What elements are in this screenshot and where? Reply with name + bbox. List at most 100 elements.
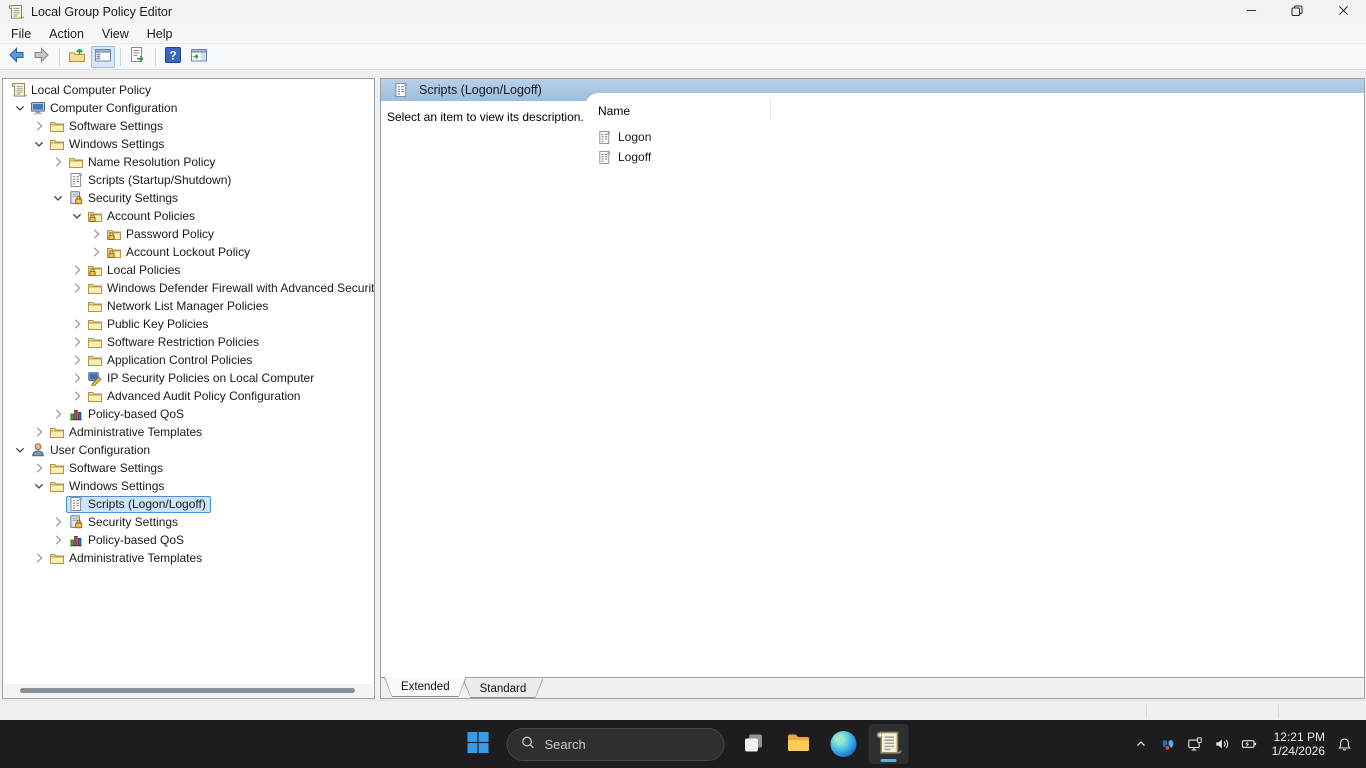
tree-item-network-list-manager-policies[interactable]: Network List Manager Policies <box>3 297 374 315</box>
chevron-right-icon[interactable] <box>87 244 104 260</box>
tree-node[interactable]: Local Computer Policy <box>9 82 156 99</box>
console-tree-button[interactable] <box>91 46 115 68</box>
chevron-right-icon[interactable] <box>68 370 85 386</box>
tree-item-user-configuration[interactable]: User Configuration <box>3 441 374 459</box>
forward-button[interactable] <box>30 46 54 68</box>
tree-item-public-key-policies[interactable]: Public Key Policies <box>3 315 374 333</box>
notification-bell-icon[interactable] <box>1336 736 1352 752</box>
menu-help[interactable]: Help <box>138 25 182 43</box>
up-folder-button[interactable] <box>65 46 89 68</box>
action-pane-button[interactable] <box>187 46 211 68</box>
tree-item-administrative-templates[interactable]: Administrative Templates <box>3 549 374 567</box>
help-button[interactable]: ? <box>161 46 185 68</box>
tree-node[interactable]: Windows Settings <box>47 478 169 495</box>
chevron-down-icon[interactable] <box>68 208 85 224</box>
back-button[interactable] <box>4 46 28 68</box>
tree-horizontal-scrollbar[interactable] <box>4 684 373 697</box>
tree-item-name-resolution-policy[interactable]: Name Resolution Policy <box>3 153 374 171</box>
minimize-button[interactable] <box>1228 0 1274 24</box>
chevron-right-icon[interactable] <box>49 514 66 530</box>
menu-view[interactable]: View <box>93 25 138 43</box>
tree-item-software-settings[interactable]: Software Settings <box>3 459 374 477</box>
taskbar-clock[interactable]: 12:21 PM 1/24/2026 <box>1272 730 1325 758</box>
tree-node[interactable]: Account Policies <box>85 208 200 225</box>
name-column-label[interactable]: Name <box>598 104 630 118</box>
tree-item-scripts-logon-logoff[interactable]: Scripts (Logon/Logoff) <box>3 495 374 513</box>
menu-action[interactable]: Action <box>40 25 93 43</box>
chevron-right-icon[interactable] <box>30 424 47 440</box>
tree-item-password-policy[interactable]: Password Policy <box>3 225 374 243</box>
chevron-down-icon[interactable] <box>30 136 47 152</box>
tree-node[interactable]: Account Lockout Policy <box>104 244 255 261</box>
tab-extended[interactable]: Extended <box>384 677 467 697</box>
menu-file[interactable]: File <box>2 25 40 43</box>
list-item-logoff[interactable]: Logoff <box>585 147 1364 167</box>
chevron-right-icon[interactable] <box>68 316 85 332</box>
tree-node[interactable]: Security Settings <box>66 514 183 531</box>
tree-node[interactable]: Computer Configuration <box>28 100 182 117</box>
tree-node[interactable]: Security Settings <box>66 190 183 207</box>
tree-node[interactable]: Scripts (Startup/Shutdown) <box>66 172 236 189</box>
tree-item-windows-settings[interactable]: Windows Settings <box>3 477 374 495</box>
chevron-right-icon[interactable] <box>30 118 47 134</box>
column-divider[interactable] <box>770 99 771 120</box>
tree-node[interactable]: Application Control Policies <box>85 352 257 369</box>
chevron-right-icon[interactable] <box>49 154 66 170</box>
chevron-right-icon[interactable] <box>49 406 66 422</box>
chevron-right-icon[interactable] <box>87 226 104 242</box>
network-icon[interactable] <box>1187 736 1203 752</box>
tree-item-scripts-startup-shutdown[interactable]: Scripts (Startup/Shutdown) <box>3 171 374 189</box>
scrollbar-thumb[interactable] <box>20 688 355 693</box>
tree-node[interactable]: Windows Defender Firewall with Advanced … <box>85 280 375 297</box>
tree-node[interactable]: Administrative Templates <box>47 424 207 441</box>
tree-item-software-restriction-policies[interactable]: Software Restriction Policies <box>3 333 374 351</box>
tree-item-administrative-templates[interactable]: Administrative Templates <box>3 423 374 441</box>
edge-taskbar-button[interactable] <box>824 724 864 764</box>
export-list-button[interactable] <box>126 46 150 68</box>
tree-item-advanced-audit-policy-configuration[interactable]: Advanced Audit Policy Configuration <box>3 387 374 405</box>
chevron-right-icon[interactable] <box>68 352 85 368</box>
tree-node[interactable]: Scripts (Logon/Logoff) <box>66 496 211 513</box>
tree-node[interactable]: Password Policy <box>104 226 219 243</box>
tree-item-windows-settings[interactable]: Windows Settings <box>3 135 374 153</box>
start-button[interactable] <box>458 724 498 764</box>
tree-item-windows-defender-firewall-with-advanced-security[interactable]: Windows Defender Firewall with Advanced … <box>3 279 374 297</box>
chevron-up-icon[interactable] <box>1133 736 1149 752</box>
chevron-down-icon[interactable] <box>11 100 28 116</box>
taskbar-search[interactable]: Search <box>507 728 725 761</box>
tree-item-computer-configuration[interactable]: Computer Configuration <box>3 99 374 117</box>
tree-item-policy-based-qos[interactable]: Policy-based QoS <box>3 405 374 423</box>
tree-node[interactable]: Public Key Policies <box>85 316 213 333</box>
gpedit-scroll-taskbar-button[interactable] <box>869 724 909 764</box>
tree-node[interactable]: Administrative Templates <box>47 550 207 567</box>
tree-node[interactable]: Policy-based QoS <box>66 532 189 549</box>
tree-node[interactable]: Name Resolution Policy <box>66 154 220 171</box>
people-icon[interactable] <box>1160 736 1176 752</box>
tree-item-local-computer-policy[interactable]: Local Computer Policy <box>3 81 374 99</box>
tree-node[interactable]: User Configuration <box>28 442 155 459</box>
tree-item-account-policies[interactable]: Account Policies <box>3 207 374 225</box>
chevron-right-icon[interactable] <box>68 334 85 350</box>
tab-standard[interactable]: Standard <box>463 679 544 698</box>
chevron-right-icon[interactable] <box>68 388 85 404</box>
chevron-down-icon[interactable] <box>49 190 66 206</box>
tree-node[interactable]: Policy-based QoS <box>66 406 189 423</box>
task-view-taskbar-button[interactable] <box>734 724 774 764</box>
tree-item-software-settings[interactable]: Software Settings <box>3 117 374 135</box>
chevron-right-icon[interactable] <box>68 280 85 296</box>
list-item-logon[interactable]: Logon <box>585 127 1364 147</box>
tree-item-policy-based-qos[interactable]: Policy-based QoS <box>3 531 374 549</box>
tree-item-security-settings[interactable]: Security Settings <box>3 513 374 531</box>
tree-node[interactable]: Software Settings <box>47 460 168 477</box>
chevron-down-icon[interactable] <box>11 442 28 458</box>
tree-node[interactable]: Software Settings <box>47 118 168 135</box>
battery-charging-icon[interactable] <box>1241 736 1257 752</box>
volume-icon[interactable] <box>1214 736 1230 752</box>
chevron-down-icon[interactable] <box>30 478 47 494</box>
chevron-right-icon[interactable] <box>30 550 47 566</box>
tree-item-account-lockout-policy[interactable]: Account Lockout Policy <box>3 243 374 261</box>
tree-node[interactable]: Advanced Audit Policy Configuration <box>85 388 305 405</box>
tree-item-local-policies[interactable]: Local Policies <box>3 261 374 279</box>
tree-node[interactable]: Software Restriction Policies <box>85 334 264 351</box>
tree-node[interactable]: Local Policies <box>85 262 185 279</box>
